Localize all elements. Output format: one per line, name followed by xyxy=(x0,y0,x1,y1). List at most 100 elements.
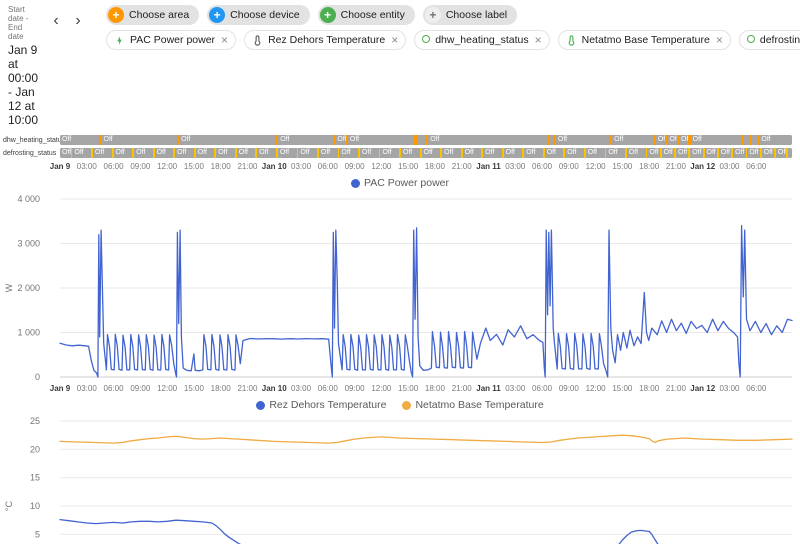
timeline-segment-off[interactable]: Off xyxy=(747,148,760,158)
timeline-segment-off[interactable]: Off xyxy=(113,148,133,158)
time-tick: Jan 10 xyxy=(261,162,287,171)
timeline-segment-off[interactable]: Off xyxy=(483,148,502,158)
timeline-segment-off[interactable]: Off xyxy=(442,148,461,158)
timeline-time-axis: Jan 9 03:00 06:00 09:00 12:00 15:00 18:00 21:00… xyxy=(0,161,800,173)
time-tick: 21:00 xyxy=(451,384,472,393)
timeline-segment-off[interactable]: Off xyxy=(585,148,605,158)
next-period-button[interactable]: › xyxy=(68,11,88,31)
timeline-segment-off[interactable]: Off xyxy=(555,135,610,145)
timeline-segment-off[interactable]: Off xyxy=(690,148,703,158)
close-icon[interactable]: × xyxy=(716,33,723,47)
timeline-segment-off[interactable]: Off xyxy=(718,148,732,158)
plus-icon: + xyxy=(424,7,441,23)
time-tick: 06:00 xyxy=(532,384,553,393)
temperature-chart: Rez Dehors Temperature Netatmo Base Tempe… xyxy=(0,397,800,544)
timeline-bar[interactable]: Off Off Off Off Off Off Off Off Off Off Off Off Off O… xyxy=(60,148,792,158)
timeline-segment-off[interactable]: Off xyxy=(175,148,194,158)
timeline-segment-off[interactable]: Off xyxy=(524,148,543,158)
timeline-segment-off[interactable]: Off xyxy=(236,148,256,158)
timeline-segment-off[interactable]: Off xyxy=(278,135,334,145)
time-tick: 21:00 xyxy=(665,384,686,393)
timeline-segment-off[interactable]: Off xyxy=(606,148,626,158)
timeline-segment-off[interactable]: Off xyxy=(154,148,174,158)
timeline-segment-off[interactable]: Off xyxy=(134,148,153,158)
timeline-segment-off[interactable]: Off xyxy=(60,135,100,145)
timeline-segment-off[interactable]: Off xyxy=(612,135,654,145)
timeline-segment-off[interactable]: Off xyxy=(428,135,547,145)
timeline-segment-off[interactable]: Off xyxy=(359,148,379,158)
choose-chip-choose-device[interactable]: + Choose device xyxy=(207,5,310,25)
state-label: Off xyxy=(382,149,392,156)
timeline-bar[interactable]: Off Off Off Off Off Off Off Off Off Off Off Off Off O… xyxy=(60,135,792,145)
timeline-segment-off[interactable]: Off xyxy=(216,148,235,158)
svg-text:15: 15 xyxy=(30,473,40,483)
power-chart-canvas[interactable]: 0 1 000 2 000 3 000 4 000 W xyxy=(0,193,800,383)
close-icon[interactable]: × xyxy=(221,33,228,47)
legend-item-rez-dehors-temperature[interactable]: Rez Dehors Temperature xyxy=(256,399,386,411)
timeline-segment-off[interactable]: Off xyxy=(462,148,482,158)
timeline-segment-off[interactable]: Off xyxy=(626,148,646,158)
timeline-segment-off[interactable]: Off xyxy=(503,148,523,158)
timeline-segment-off[interactable]: Off xyxy=(318,148,338,158)
timeline-segment-off[interactable]: Off xyxy=(690,135,742,145)
timeline-segment-off[interactable]: Off xyxy=(277,148,297,158)
timeline-segment-off[interactable]: Off xyxy=(661,148,675,158)
timeline-segment-off[interactable]: Off xyxy=(335,135,347,145)
entity-chip-netatmo-base-temperature[interactable]: Netatmo Base Temperature × xyxy=(557,30,731,50)
legend-item-pac-power-power[interactable]: PAC Power power xyxy=(350,177,449,189)
timeline-segment-off[interactable]: Off xyxy=(655,135,668,145)
temperature-chart-legend: Rez Dehors Temperature Netatmo Base Tempe… xyxy=(0,397,800,413)
timeline-segment-off[interactable]: Off xyxy=(667,135,679,145)
timeline-segment-off[interactable]: Off xyxy=(101,135,177,145)
timeline-segment-off[interactable]: Off xyxy=(704,148,717,158)
date-range-picker[interactable]: Start date - End date Jan 9 at 00:00 - J… xyxy=(8,5,38,127)
timeline-segment-off[interactable]: Off xyxy=(733,148,746,158)
time-tick: 15:00 xyxy=(183,162,204,171)
timeline-segment-off[interactable] xyxy=(417,135,426,145)
toolbar: Start date - End date Jan 9 at 00:00 - J… xyxy=(0,0,800,129)
choose-chip-choose-label[interactable]: + Choose label xyxy=(422,5,518,25)
time-tick: 18:00 xyxy=(210,384,231,393)
choose-chip-choose-area[interactable]: + Choose area xyxy=(106,5,200,25)
timeline-segment-off[interactable]: Off xyxy=(761,148,775,158)
timeline-segment-off[interactable]: Off xyxy=(72,148,92,158)
timeline-segment-off[interactable]: Off xyxy=(298,148,318,158)
entity-chip-pac-power-power[interactable]: PAC Power power × xyxy=(106,30,237,50)
timeline-segment-off[interactable]: Off xyxy=(421,148,441,158)
timeline-segment-off[interactable]: Off xyxy=(179,135,277,145)
state-label: Off xyxy=(657,136,668,143)
entity-chip-rez-dehors-temperature[interactable]: Rez Dehors Temperature × xyxy=(244,30,407,50)
timeline-segment-off[interactable]: Off xyxy=(759,135,792,145)
state-label: Off xyxy=(341,149,351,156)
close-icon[interactable]: × xyxy=(535,33,542,47)
state-label: Off xyxy=(218,149,228,156)
choose-chip-choose-entity[interactable]: + Choose entity xyxy=(317,5,415,25)
state-label: Off xyxy=(677,149,688,156)
timeline-segment-off[interactable]: Off xyxy=(544,148,564,158)
entity-chip-dhw-heating-status[interactable]: dhw_heating_status × xyxy=(414,30,550,50)
legend-item-netatmo-base-temperature[interactable]: Netatmo Base Temperature xyxy=(402,399,544,411)
timeline-segment-off[interactable] xyxy=(787,148,792,158)
temperature-chart-canvas[interactable]: -50510152025°C xyxy=(0,415,800,544)
time-tick: 15:00 xyxy=(183,384,204,393)
entity-chip-defrosting-status[interactable]: defrosting_status× xyxy=(738,30,800,50)
timeline-segment-off[interactable]: Off xyxy=(380,148,400,158)
timeline-row-defrosting_status: defrosting_status Off Off Off Off Off Off Off Of… xyxy=(0,148,800,159)
timeline-segment-off[interactable]: Off xyxy=(565,148,584,158)
timeline-segment-off[interactable]: Off xyxy=(93,148,112,158)
timeline-segment-off[interactable]: Off xyxy=(257,148,277,158)
timeline-segment-off[interactable]: Off xyxy=(347,135,415,145)
svg-text:W: W xyxy=(4,283,14,292)
timeline-segment-off[interactable]: Off xyxy=(675,148,689,158)
time-tick: 06:00 xyxy=(317,384,338,393)
state-label: Off xyxy=(136,149,146,156)
close-icon[interactable]: × xyxy=(391,33,398,47)
timeline-segment-off[interactable]: Off xyxy=(195,148,215,158)
timeline-segment-off[interactable]: Off xyxy=(679,135,690,145)
timeline-segment-off[interactable]: Off xyxy=(647,148,660,158)
timeline-segment-off[interactable]: Off xyxy=(401,148,420,158)
timeline-segment-off[interactable]: Off xyxy=(339,148,359,158)
timeline-segment-off[interactable]: Off xyxy=(775,148,787,158)
timeline-segment-off[interactable]: Off xyxy=(60,148,71,158)
prev-period-button[interactable]: ‹ xyxy=(46,11,66,31)
